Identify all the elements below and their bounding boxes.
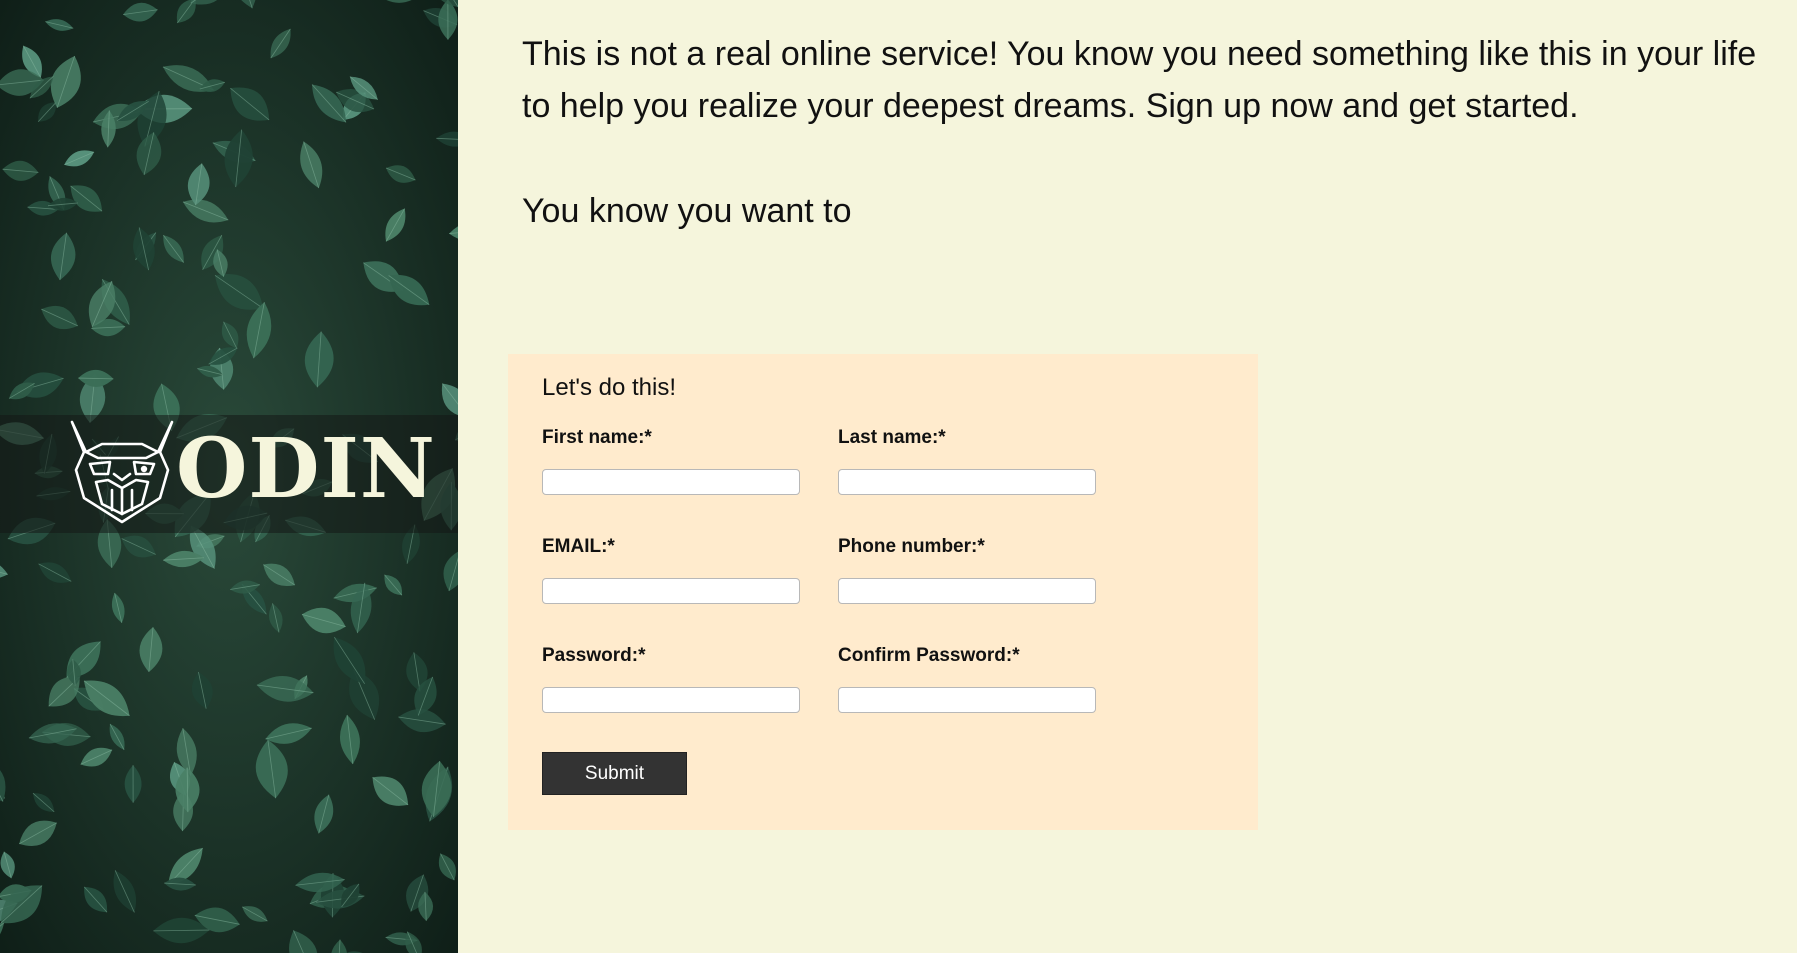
odin-viking-head-icon [70,420,174,524]
form-title: Let's do this! [542,374,676,401]
password-group: Password:* [542,645,800,713]
phone-group: Phone number:* [838,536,1096,604]
confirm-password-label: Confirm Password:* [838,645,1020,666]
phone-input[interactable] [838,578,1096,604]
intro-tagline: You know you want to [522,192,852,230]
confirm-password-input[interactable] [838,687,1096,713]
email-label: EMAIL:* [542,536,615,557]
intro-text: This is not a real online service! You k… [522,28,1762,237]
first-name-group: First name:* [542,427,800,495]
email-group: EMAIL:* [542,536,800,604]
main-content: This is not a real online service! You k… [458,0,1797,953]
last-name-group: Last name:* [838,427,1096,495]
last-name-label: Last name:* [838,427,946,448]
password-input[interactable] [542,687,800,713]
submit-button[interactable]: Submit [542,752,687,795]
phone-label: Phone number:* [838,536,985,557]
first-name-input[interactable] [542,469,800,495]
sidebar-hero: ODIN [0,0,458,953]
confirm-password-group: Confirm Password:* [838,645,1096,713]
last-name-input[interactable] [838,469,1096,495]
brand-name: ODIN [176,421,436,517]
first-name-label: First name:* [542,427,652,448]
signup-form: Let's do this! First name:* Last name:* … [508,354,1258,830]
intro-paragraph: This is not a real online service! You k… [522,35,1757,125]
email-input[interactable] [542,578,800,604]
password-label: Password:* [542,645,646,666]
